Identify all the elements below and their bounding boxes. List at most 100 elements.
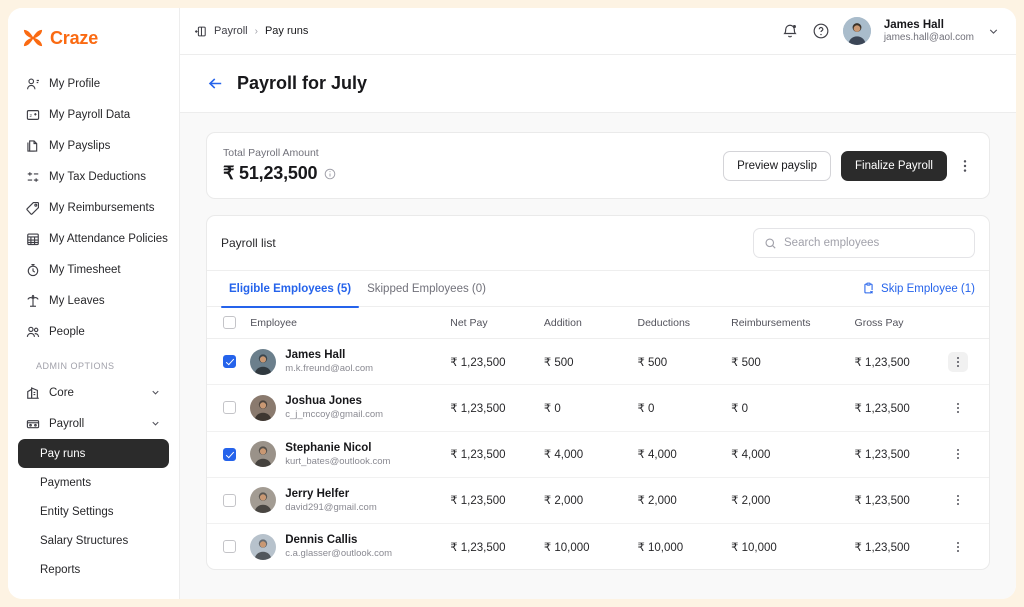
- sidebar-item-my-reimbursements[interactable]: My Reimbursements: [18, 192, 169, 223]
- sidebar-item-label: My Payslips: [49, 139, 111, 152]
- user-info[interactable]: James Hall james.hall@aol.com: [884, 18, 974, 45]
- sidebar-toggle-icon[interactable]: [194, 25, 207, 38]
- table-row[interactable]: Stephanie Nicol kurt_bates@outlook.com ₹…: [207, 431, 989, 478]
- summary-actions: Preview payslip Finalize Payroll: [723, 150, 973, 181]
- row-actions-cell: [942, 477, 989, 525]
- table-row[interactable]: Dennis Callis c.a.glasser@outlook.com ₹ …: [207, 524, 989, 570]
- sidebar-item-salary-structures[interactable]: Salary Structures: [18, 526, 169, 555]
- notification-bell-icon[interactable]: [781, 22, 799, 40]
- sidebar-item-my-payslips[interactable]: My Payslips: [18, 130, 169, 161]
- palm-tree-icon: [27, 294, 39, 307]
- sidebar-item-label: My Attendance Policies: [49, 232, 168, 245]
- row-select-cell: [207, 384, 245, 432]
- avatar[interactable]: [842, 17, 871, 45]
- content-area: Total Payroll Amount ₹ 51,23,500 Preview…: [180, 113, 1016, 599]
- employee-avatar: [250, 348, 277, 375]
- info-icon[interactable]: [324, 168, 336, 180]
- brand-logo[interactable]: Craze: [8, 8, 179, 54]
- skip-employee-label: Skip Employee (1): [881, 282, 975, 295]
- sidebar-item-my-profile[interactable]: My Profile: [18, 68, 169, 99]
- sidebar-item-my-leaves[interactable]: My Leaves: [18, 285, 169, 316]
- row-checkbox[interactable]: [223, 540, 236, 554]
- row-checkbox[interactable]: [223, 355, 236, 369]
- employee-email: kurt_bates@outlook.com: [285, 455, 391, 467]
- sidebar-group-label: Payroll: [49, 417, 85, 430]
- row-more-options-icon[interactable]: [948, 444, 968, 464]
- row-checkbox[interactable]: [223, 493, 236, 507]
- row-actions-cell: [942, 431, 989, 478]
- row-actions-cell: [942, 338, 989, 386]
- chevron-down-icon[interactable]: [987, 25, 1000, 38]
- select-all-checkbox[interactable]: [223, 316, 236, 329]
- row-checkbox[interactable]: [223, 447, 236, 461]
- sidebar-item-my-attendance-policies[interactable]: My Attendance Policies: [18, 223, 169, 254]
- row-more-options-icon[interactable]: [948, 537, 968, 557]
- row-actions-cell: [942, 384, 989, 432]
- employee-email: c.a.glasser@outlook.com: [285, 548, 393, 560]
- finalize-payroll-button[interactable]: Finalize Payroll: [841, 150, 947, 181]
- sidebar-item-payments[interactable]: Payments: [18, 468, 169, 497]
- help-circle-icon[interactable]: [812, 22, 830, 40]
- table-row[interactable]: Joshua Jones c_j_mccoy@gmail.com ₹ 1,23,…: [207, 384, 989, 432]
- back-arrow-icon[interactable]: [206, 74, 225, 93]
- sidebar-item-my-tax-deductions[interactable]: My Tax Deductions: [18, 161, 169, 192]
- row-more-options-icon[interactable]: [948, 490, 968, 510]
- sidebar-item-people[interactable]: People: [18, 316, 169, 347]
- search-employees-box[interactable]: [753, 228, 975, 258]
- deductions-cell: ₹ 10,000: [637, 541, 684, 554]
- sidebar-item-label: People: [49, 325, 85, 338]
- gross-pay-cell: ₹ 1,23,500: [854, 541, 910, 554]
- sidebar-item-label: My Leaves: [49, 294, 105, 307]
- skip-employee-action[interactable]: Skip Employee (1): [862, 282, 975, 295]
- employee-avatar: [250, 441, 277, 468]
- sidebar-item-entity-settings[interactable]: Entity Settings: [18, 497, 169, 526]
- deductions-cell: ₹ 0: [631, 384, 726, 432]
- column-header-addition: Addition: [537, 307, 632, 339]
- sidebar-item-pay-runs[interactable]: Pay runs: [18, 439, 169, 468]
- sidebar-item-my-payroll-data[interactable]: 2 My Payroll Data: [18, 99, 169, 130]
- sidebar-group-label: Core: [49, 386, 74, 399]
- sidebar-group-payroll[interactable]: Payroll: [18, 408, 169, 439]
- sidebar-item-label: My Tax Deductions: [49, 170, 146, 183]
- employee-cell: Jerry Helfer david291@gmail.com: [244, 477, 445, 525]
- addition-cell: ₹ 500: [537, 338, 632, 386]
- payroll-list-title: Payroll list: [221, 236, 276, 250]
- table-row[interactable]: Jerry Helfer david291@gmail.com ₹ 1,23,5…: [207, 477, 989, 525]
- employee-name: James Hall: [285, 349, 346, 361]
- column-header-reimbursements: Reimbursements: [725, 307, 849, 339]
- sidebar-group-core[interactable]: Core: [18, 377, 169, 408]
- table-row[interactable]: James Hall m.k.freund@aol.com ₹ 1,23,500…: [207, 338, 989, 386]
- payroll-summary-card: Total Payroll Amount ₹ 51,23,500 Preview…: [206, 132, 990, 199]
- sliders-icon: [27, 171, 39, 182]
- summary-amount-block: Total Payroll Amount ₹ 51,23,500: [223, 147, 336, 184]
- employee-cell: Stephanie Nicol kurt_bates@outlook.com: [244, 431, 445, 478]
- breadcrumb: Payroll › Pay runs: [194, 25, 308, 38]
- preview-payslip-button[interactable]: Preview payslip: [723, 150, 832, 181]
- row-checkbox[interactable]: [223, 401, 236, 415]
- gross-pay-cell: ₹ 1,23,500: [848, 384, 943, 432]
- tab-skipped-employees[interactable]: Skipped Employees (0): [359, 271, 494, 307]
- employee-avatar: [250, 533, 277, 560]
- row-more-options-icon[interactable]: [948, 398, 968, 418]
- breadcrumb-item-payroll[interactable]: Payroll: [214, 25, 248, 37]
- main-area: Payroll › Pay runs James Hall james.hall…: [180, 8, 1016, 599]
- tab-eligible-employees[interactable]: Eligible Employees (5): [221, 271, 360, 308]
- sidebar-item-my-timesheet[interactable]: My Timesheet: [18, 254, 169, 285]
- sidebar-subitem-label: Pay runs: [40, 447, 86, 460]
- payroll-list-header: Payroll list: [207, 216, 989, 271]
- search-input[interactable]: [784, 237, 964, 249]
- row-actions-cell: [942, 524, 989, 570]
- breadcrumb-item-pay-runs[interactable]: Pay runs: [265, 25, 308, 37]
- net-pay-cell: ₹ 1,23,500: [450, 541, 506, 554]
- deductions-cell: ₹ 4,000: [631, 431, 726, 478]
- reimbursements-cell: ₹ 0: [725, 384, 849, 432]
- deductions-cell: ₹ 500: [631, 338, 726, 386]
- summary-more-options-icon[interactable]: [957, 158, 973, 174]
- row-select-cell: [207, 431, 245, 478]
- employee-email: david291@gmail.com: [285, 501, 377, 513]
- sidebar-item-reports[interactable]: Reports: [18, 555, 169, 584]
- page-title: Payroll for July: [237, 73, 368, 93]
- employee-tabs: Eligible Employees (5) Skipped Employees…: [207, 271, 989, 308]
- row-more-options-icon[interactable]: [948, 351, 969, 372]
- employee-cell: James Hall m.k.freund@aol.com: [244, 338, 445, 386]
